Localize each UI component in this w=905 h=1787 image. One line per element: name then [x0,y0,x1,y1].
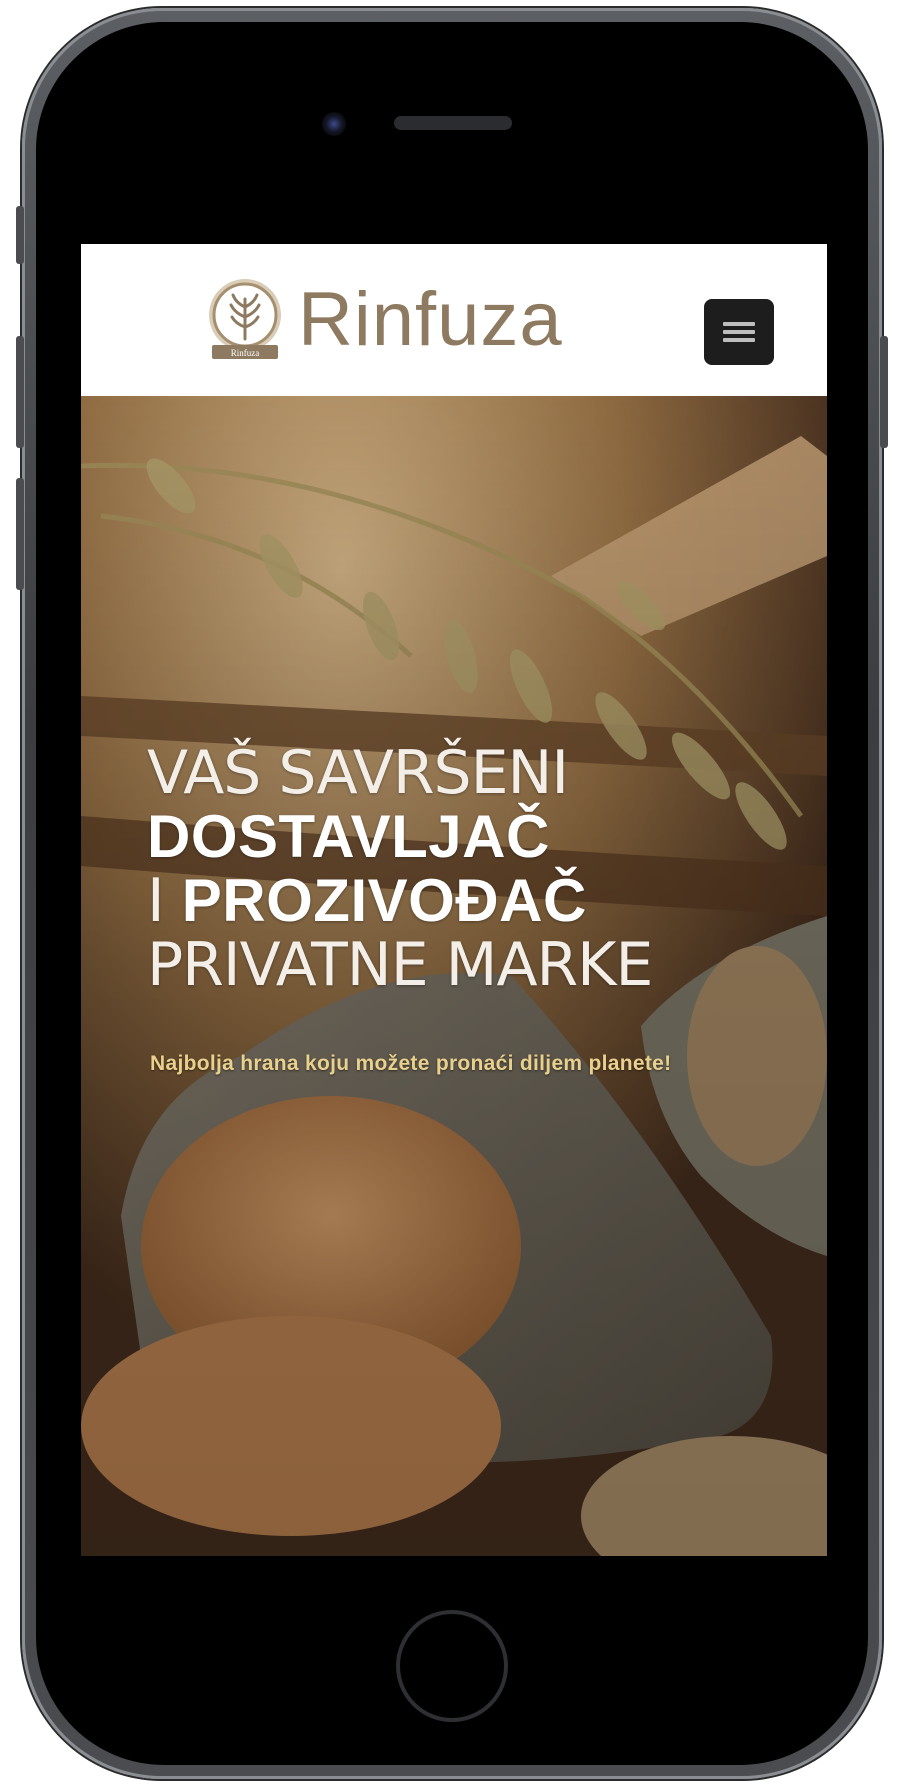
site-logo[interactable]: Rinfuza Rinfuza [206,274,563,366]
headline-line-3: I PROZIVOĐAČ [147,866,652,936]
site-header: Rinfuza Rinfuza [81,244,827,396]
headline-line-3-bold: PROZIVOĐAČ [181,867,587,934]
front-camera [322,112,346,136]
silent-switch [16,206,24,264]
earpiece-speaker [394,116,512,130]
headline-line-3-prefix: I [147,866,182,936]
logo-badge-label: Rinfuza [231,348,260,358]
phone-screen: Rinfuza Rinfuza VAŠ SAVRŠENI DOSTAVLJAČ … [81,244,827,1556]
headline-line-1: VAŠ SAVRŠENI [147,738,569,808]
hamburger-menu-icon [723,318,755,346]
hero-tagline: Najbolja hrana koju možete pronaći dilje… [150,1052,672,1075]
hero-banner: VAŠ SAVRŠENI DOSTAVLJAČ I PROZIVOĐAČ PRI… [81,396,827,1556]
wheat-logo-icon: Rinfuza [206,277,284,363]
home-button[interactable] [396,1610,508,1722]
hero-headline: VAŠ SAVRŠENI DOSTAVLJAČ I PROZIVOĐAČ PRI… [147,738,653,1000]
power-button [880,336,888,448]
headline-line-4: PRIVATNE MARKE [147,930,653,1000]
headline-line-2: DOSTAVLJAČ [147,803,550,870]
volume-up-button [16,336,24,448]
volume-down-button [16,478,24,590]
menu-toggle-button[interactable] [704,299,774,365]
logo-wordmark: Rinfuza [298,277,563,362]
